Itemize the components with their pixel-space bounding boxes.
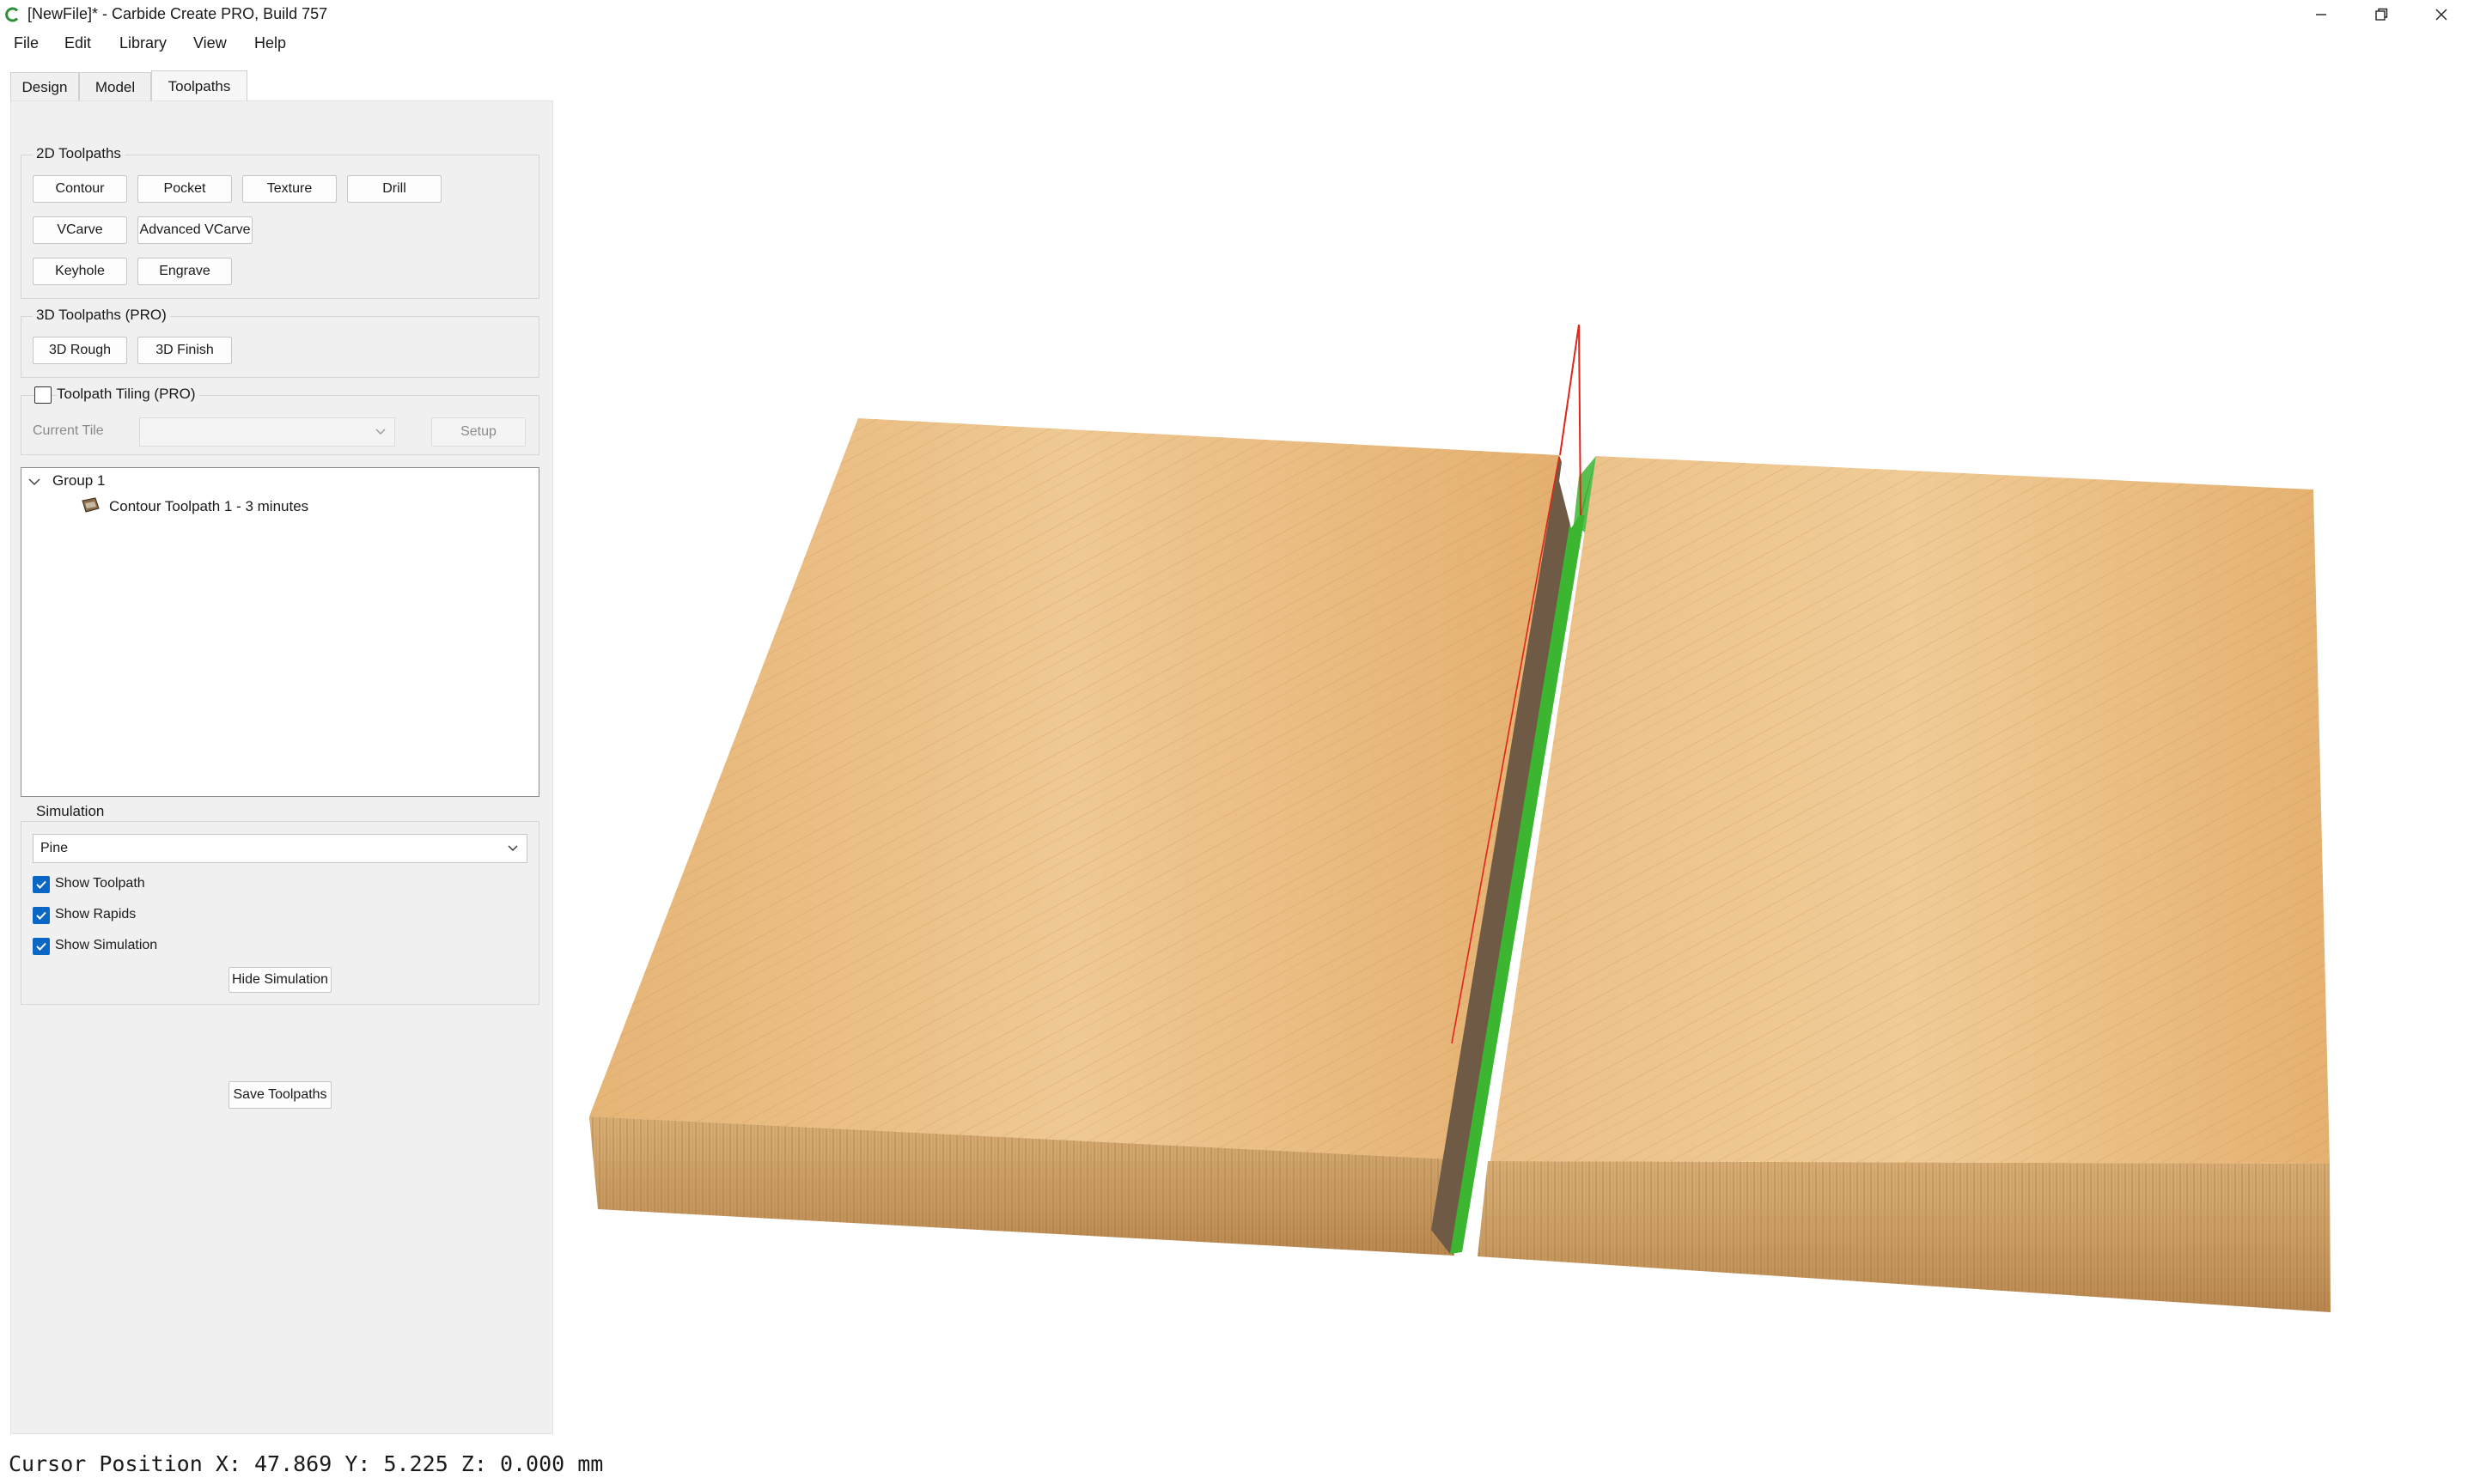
- simulation-view[interactable]: [557, 58, 2474, 1443]
- vcarve-button[interactable]: VCarve: [33, 216, 127, 244]
- show-toolpath-label: Show Toolpath: [55, 876, 145, 891]
- tree-group-label[interactable]: Group 1: [52, 472, 105, 490]
- 3d-finish-button[interactable]: 3D Finish: [137, 337, 232, 364]
- group-2d-title: 2D Toolpaths: [33, 145, 125, 162]
- show-rapids-checkbox[interactable]: [33, 907, 50, 924]
- tab-model[interactable]: Model: [79, 72, 151, 101]
- cursor-position-status: Cursor Position X: 47.869 Y: 5.225 Z: 0.…: [9, 1451, 604, 1476]
- 3d-rough-button[interactable]: 3D Rough: [33, 337, 127, 364]
- checkmark-icon: [36, 880, 46, 889]
- show-simulation-label: Show Simulation: [55, 938, 158, 952]
- toolpath-tree[interactable]: Group 1 Contour Toolpath 1 - 3 minutes: [21, 467, 539, 797]
- show-rapids-label: Show Rapids: [55, 907, 137, 921]
- window-title: [NewFile]* - Carbide Create PRO, Build 7…: [27, 5, 328, 22]
- tree-item-contour-toolpath[interactable]: Contour Toolpath 1 - 3 minutes: [109, 498, 308, 515]
- chevron-down-icon: [375, 429, 386, 435]
- save-toolpaths-button[interactable]: Save Toolpaths: [229, 1081, 332, 1109]
- carbide-app-icon: [5, 7, 19, 22]
- stock-left-top: [589, 418, 1559, 1159]
- menu-view[interactable]: View: [193, 34, 227, 52]
- checkmark-icon: [36, 911, 46, 920]
- group-3d-title: 3D Toolpaths (PRO): [33, 307, 170, 324]
- current-tile-label: Current Tile: [33, 423, 104, 438]
- minimize-icon[interactable]: [2292, 0, 2350, 29]
- current-tile-select[interactable]: [139, 417, 395, 447]
- pocket-button[interactable]: Pocket: [137, 175, 232, 203]
- menu-bar: File Edit Library View Help: [0, 31, 2474, 58]
- texture-button[interactable]: Texture: [242, 175, 337, 203]
- restore-icon[interactable]: [2352, 0, 2410, 29]
- simulation-title: Simulation: [33, 803, 108, 820]
- chevron-down-icon: [508, 845, 518, 851]
- contour-toolpath-icon: [82, 497, 100, 513]
- menu-help[interactable]: Help: [254, 34, 286, 52]
- engrave-button[interactable]: Engrave: [137, 258, 232, 285]
- toolpath-tiling-checkbox[interactable]: [34, 386, 52, 404]
- title-bar: [NewFile]* - Carbide Create PRO, Build 7…: [0, 0, 2474, 29]
- stock-right-top: [1490, 456, 2330, 1164]
- hide-simulation-button[interactable]: Hide Simulation: [229, 967, 332, 993]
- advanced-vcarve-button[interactable]: Advanced VCarve: [137, 216, 253, 244]
- show-simulation-checkbox[interactable]: [33, 938, 50, 955]
- menu-library[interactable]: Library: [119, 34, 167, 52]
- menu-edit[interactable]: Edit: [64, 34, 91, 52]
- material-select[interactable]: Pine: [33, 834, 527, 863]
- checkmark-icon: [36, 942, 46, 951]
- 3d-viewport[interactable]: [557, 58, 2474, 1443]
- setup-button[interactable]: Setup: [431, 417, 526, 447]
- drill-button[interactable]: Drill: [347, 175, 442, 203]
- material-value: Pine: [40, 841, 69, 855]
- tab-toolpaths[interactable]: Toolpaths: [151, 70, 247, 101]
- menu-file[interactable]: File: [14, 34, 39, 52]
- show-toolpath-checkbox[interactable]: [33, 876, 50, 893]
- close-icon[interactable]: [2412, 0, 2471, 29]
- keyhole-button[interactable]: Keyhole: [33, 258, 127, 285]
- contour-button[interactable]: Contour: [33, 175, 127, 203]
- collapse-chevron-icon[interactable]: [28, 478, 40, 487]
- tab-design[interactable]: Design: [10, 72, 79, 101]
- toolpath-tiling-label: Toolpath Tiling (PRO): [57, 386, 199, 403]
